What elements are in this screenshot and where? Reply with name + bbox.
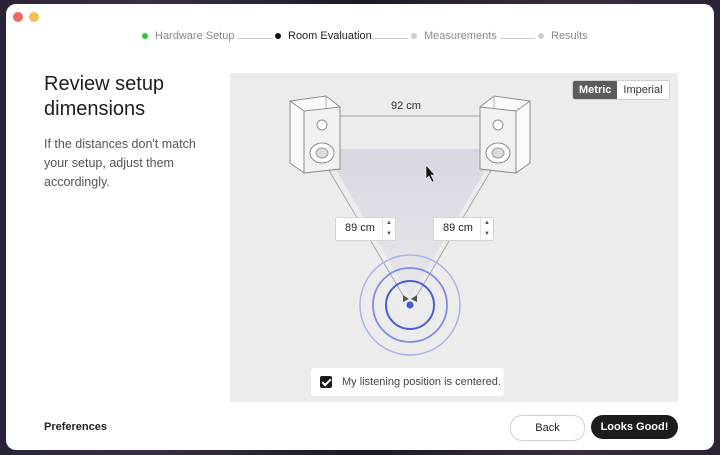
step-connector (500, 38, 535, 39)
left-distance-spin: ▲ ▼ (382, 218, 395, 240)
metric-toggle-button[interactable]: Metric (573, 81, 618, 99)
centered-position-option[interactable]: My listening position is centered. (311, 368, 504, 396)
step-pending-dot-icon (411, 33, 417, 39)
step-results: Results (538, 30, 588, 42)
step-connector (238, 38, 273, 39)
preferences-link[interactable]: Preferences (44, 421, 107, 433)
left-distance-stepper[interactable]: 89 cm ▲ ▼ (335, 217, 396, 241)
decrement-down-icon[interactable]: ▼ (383, 229, 395, 240)
left-distance-value[interactable]: 89 cm (345, 222, 375, 234)
increment-up-icon[interactable]: ▲ (481, 218, 493, 229)
progress-stepper: Hardware Setup Room Evaluation Measureme… (6, 30, 714, 46)
decrement-down-icon[interactable]: ▼ (481, 229, 493, 240)
close-window-button[interactable] (13, 12, 23, 22)
step-pending-dot-icon (538, 33, 544, 39)
right-distance-value[interactable]: 89 cm (443, 222, 473, 234)
page-title: Review setup dimensions (44, 73, 165, 120)
increment-up-icon[interactable]: ▲ (383, 218, 395, 229)
centered-checkbox-label[interactable]: My listening position is centered. (342, 376, 501, 388)
step-label: Measurements (424, 30, 497, 42)
step-hardware-setup: Hardware Setup (142, 30, 235, 42)
step-label: Results (551, 30, 588, 42)
speaker-distance-label: 92 cm (386, 100, 426, 112)
step-label: Room Evaluation (288, 30, 372, 42)
setup-window: Hardware Setup Room Evaluation Measureme… (6, 4, 714, 450)
right-distance-spin: ▲ ▼ (480, 218, 493, 240)
imperial-toggle-button[interactable]: Imperial (617, 81, 668, 99)
left-speaker-icon (289, 95, 341, 174)
step-connector (372, 38, 408, 39)
minimize-window-button[interactable] (29, 12, 39, 22)
right-distance-stepper[interactable]: 89 cm ▲ ▼ (433, 217, 494, 241)
step-measurements: Measurements (411, 30, 497, 42)
step-current-dot-icon (275, 33, 281, 39)
unit-toggle: Metric Imperial (572, 80, 670, 100)
centered-checkbox[interactable] (320, 376, 332, 388)
step-room-evaluation: Room Evaluation (275, 30, 372, 42)
looks-good-button[interactable]: Looks Good! (591, 415, 678, 439)
page-description: If the distances don't match your setup,… (44, 137, 196, 189)
room-diagram-panel: 92 cm Metric Imperial 89 cm ▲ ▼ 89 cm ▲ … (230, 73, 678, 402)
back-button[interactable]: Back (510, 415, 585, 441)
step-label: Hardware Setup (155, 30, 235, 42)
step-complete-dot-icon (142, 33, 148, 39)
right-speaker-icon (479, 95, 531, 174)
